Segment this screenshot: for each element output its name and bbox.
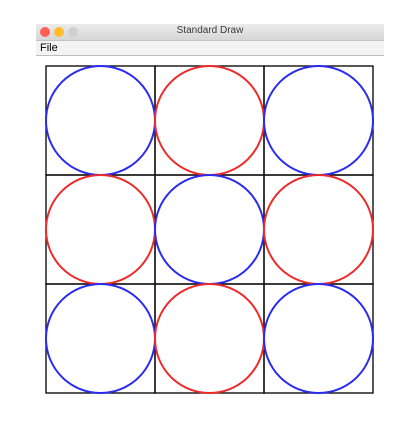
blue-circle — [263, 283, 374, 394]
title-bar[interactable]: Standard Draw — [36, 24, 384, 41]
drawing-svg — [45, 65, 374, 394]
menu-bar: File — [36, 41, 384, 56]
red-circle — [45, 174, 156, 285]
standard-draw-window: Standard Draw File — [36, 24, 384, 398]
red-circle — [154, 65, 265, 176]
drawing-canvas[interactable] — [36, 56, 384, 398]
red-circle — [263, 174, 374, 285]
blue-circle — [154, 174, 265, 285]
blue-circle — [263, 65, 374, 176]
blue-circle — [45, 65, 156, 176]
window-title: Standard Draw — [176, 25, 244, 36]
blue-circle — [45, 283, 156, 394]
file-menu[interactable]: File — [40, 41, 58, 55]
red-circle — [154, 283, 265, 394]
